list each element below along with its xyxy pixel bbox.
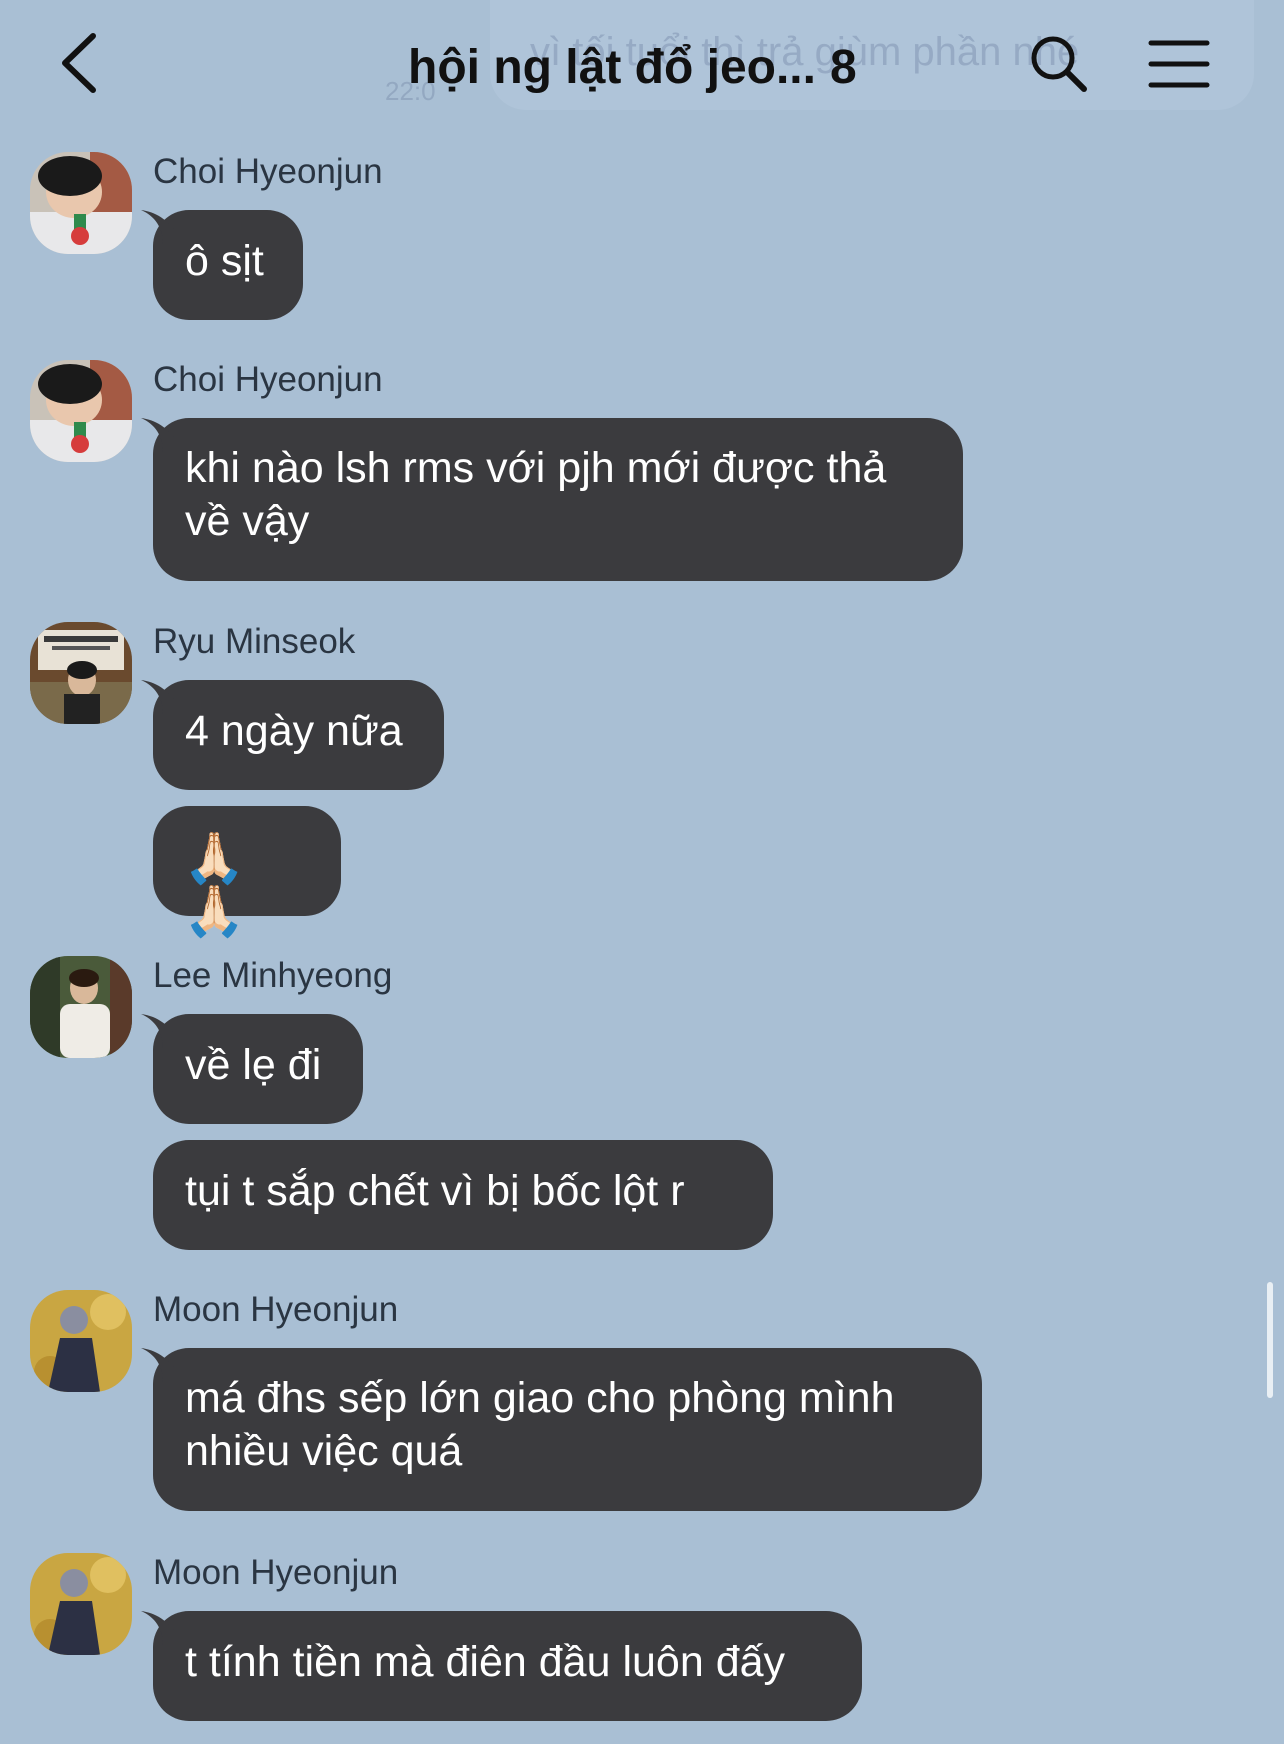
sender-name: Choi Hyeonjun [153,152,383,191]
avatar[interactable] [30,1290,132,1392]
chat-header: vì tối tuổi thì trả giùm phần nhé 22:0 h… [0,0,1284,140]
message-bubble[interactable]: 4 ngày nữa [141,680,444,790]
avatar[interactable] [30,360,132,462]
hamburger-menu-icon [1148,40,1210,88]
sender-name: Moon Hyeonjun [153,1290,399,1329]
sender-name: Choi Hyeonjun [153,360,383,399]
avatar[interactable] [30,622,132,724]
message-text-line: khi nào lsh rms với pjh mới được thả [185,444,887,492]
message-text-line: nhiều việc quá [185,1427,463,1475]
message-bubble[interactable]: 🙏🏻🙏🏻 [153,806,341,938]
message-text: t tính tiền mà điên đầu luôn đấy [185,1638,786,1686]
message-bubble[interactable]: t tính tiền mà điên đầu luôn đấy [141,1611,862,1721]
avatar[interactable] [30,1553,132,1655]
menu-button[interactable] [1148,38,1210,90]
search-button[interactable] [1028,33,1090,95]
sender-name: Moon Hyeonjun [153,1553,399,1592]
message-bubble[interactable]: má đhs sếp lớn giao cho phòng mình nhiều… [141,1348,982,1511]
member-count: 8 [829,41,857,94]
message-text: 4 ngày nữa [185,707,403,755]
message-text: ô sịt [185,237,264,285]
avatar[interactable] [30,956,132,1058]
message-bubble[interactable]: về lẹ đi [141,1014,363,1124]
search-icon [1031,36,1087,92]
message-bubble[interactable]: khi nào lsh rms với pjh mới được thả về … [141,418,963,581]
scroll-indicator[interactable] [1267,1282,1273,1398]
chat-title[interactable]: hội ng lật đổ jeo... 8 [408,40,857,95]
message-text: tụi t sắp chết vì bị bốc lột r [185,1167,685,1215]
message-text: về lẹ đi [185,1041,322,1089]
emoji-text: 🙏🏻🙏🏻 [183,830,248,939]
chat-title-text: hội ng lật đổ jeo... [408,41,816,94]
sender-name: Ryu Minseok [153,622,356,661]
message-bubble[interactable]: ô sịt [141,210,303,320]
message-bubble[interactable]: tụi t sắp chết vì bị bốc lột r [153,1140,773,1250]
sender-name: Lee Minhyeong [153,956,393,995]
message-text-line: má đhs sếp lớn giao cho phòng mình [185,1374,895,1422]
avatar[interactable] [30,152,132,254]
back-button[interactable] [55,28,115,98]
message-text-line: về vậy [185,497,310,545]
chevron-left-icon [62,33,96,93]
